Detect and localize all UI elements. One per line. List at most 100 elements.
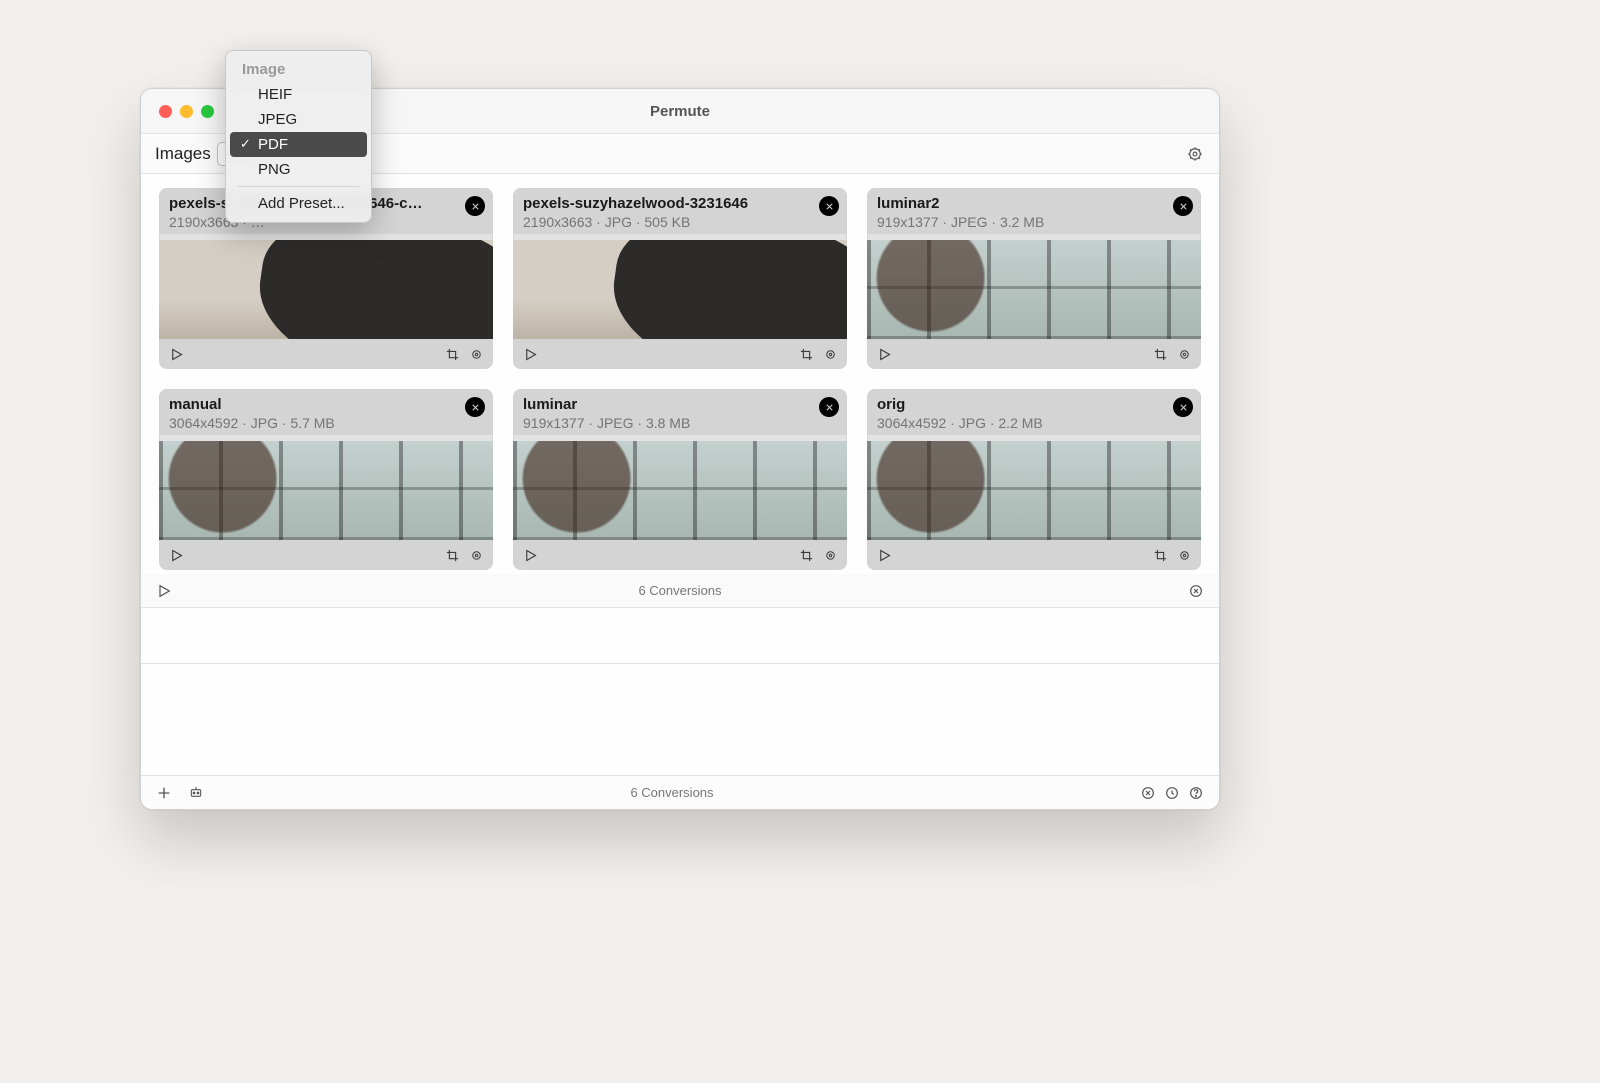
card-thumbnail	[159, 240, 493, 339]
remove-card-button[interactable]	[465, 397, 485, 417]
bottom-bar: 6 Conversions	[141, 775, 1219, 809]
image-card[interactable]: luminar 919x1377 · JPEG · 3.8 MB	[513, 389, 847, 570]
card-header: pexels-suzyhazelwood-32316462190x3663 · …	[513, 188, 847, 234]
close-circle-icon	[1188, 583, 1204, 599]
image-card[interactable]: orig3064x4592 · JPG · 2.2 MB	[867, 389, 1201, 570]
card-settings-button[interactable]	[821, 345, 839, 363]
card-thumbnail	[867, 240, 1201, 339]
card-footer	[513, 339, 847, 369]
crop-icon	[799, 347, 814, 362]
card-settings-button[interactable]	[467, 546, 485, 564]
add-button[interactable]	[155, 784, 173, 802]
start-conversion-button[interactable]	[167, 345, 185, 363]
gear-icon	[1177, 548, 1192, 563]
card-footer	[513, 540, 847, 570]
card-meta: 919x1377 · JPEG · 3.2 MB	[877, 214, 1191, 230]
card-thumbnail	[513, 441, 847, 540]
card-footer	[159, 339, 493, 369]
add-preset-item[interactable]: Add Preset...	[230, 191, 367, 216]
crop-button[interactable]	[1151, 546, 1169, 564]
remove-card-button[interactable]	[465, 196, 485, 216]
plus-icon	[156, 785, 172, 801]
crop-icon	[445, 347, 460, 362]
start-conversion-button[interactable]	[875, 345, 893, 363]
remove-card-button[interactable]	[819, 397, 839, 417]
history-button[interactable]	[1163, 784, 1181, 802]
card-thumbnail	[867, 441, 1201, 540]
play-icon	[523, 548, 538, 563]
crop-button[interactable]	[1151, 345, 1169, 363]
format-menu: Image HEIFJPEGPDFPNG Add Preset...	[225, 50, 372, 223]
crop-icon	[445, 548, 460, 563]
card-filename: luminar2	[877, 195, 1137, 212]
close-icon	[1178, 402, 1189, 413]
close-window-button[interactable]	[159, 105, 172, 118]
card-filename: pexels-suzyhazelwood-3231646	[523, 195, 783, 212]
gear-icon	[823, 548, 838, 563]
help-icon	[1188, 785, 1204, 801]
bottom-conversions-count: 6 Conversions	[205, 785, 1139, 800]
cancel-all-button[interactable]	[1139, 784, 1157, 802]
play-icon	[169, 347, 184, 362]
crop-button[interactable]	[797, 546, 815, 564]
close-icon	[1178, 201, 1189, 212]
clear-all-button[interactable]	[1187, 582, 1205, 600]
zoom-window-button[interactable]	[201, 105, 214, 118]
card-settings-button[interactable]	[1175, 546, 1193, 564]
remove-card-button[interactable]	[819, 196, 839, 216]
crop-button[interactable]	[443, 345, 461, 363]
close-circle-icon	[1140, 785, 1156, 801]
settings-button[interactable]	[1185, 144, 1205, 164]
format-option-png[interactable]: PNG	[230, 157, 367, 182]
close-icon	[470, 201, 481, 212]
robot-icon[interactable]	[187, 784, 205, 802]
minimize-window-button[interactable]	[180, 105, 193, 118]
format-option-pdf[interactable]: PDF	[230, 132, 367, 157]
card-meta: 3064x4592 · JPG · 2.2 MB	[877, 415, 1191, 431]
start-conversion-button[interactable]	[875, 546, 893, 564]
image-card[interactable]: manual3064x4592 · JPG · 5.7 MB	[159, 389, 493, 570]
card-footer	[159, 540, 493, 570]
gear-icon	[823, 347, 838, 362]
close-icon	[824, 201, 835, 212]
card-header: luminar2 919x1377 · JPEG · 3.2 MB	[867, 188, 1201, 234]
clock-icon	[1164, 785, 1180, 801]
card-footer	[867, 339, 1201, 369]
card-filename: manual	[169, 396, 429, 413]
crop-button[interactable]	[443, 546, 461, 564]
start-conversion-button[interactable]	[521, 345, 539, 363]
gear-icon	[1177, 347, 1192, 362]
card-meta: 919x1377 · JPEG · 3.8 MB	[523, 415, 837, 431]
card-header: orig3064x4592 · JPG · 2.2 MB	[867, 389, 1201, 435]
play-icon	[169, 548, 184, 563]
card-settings-button[interactable]	[821, 546, 839, 564]
card-settings-button[interactable]	[1175, 345, 1193, 363]
conversions-bar: 6 Conversions	[141, 574, 1219, 608]
play-icon	[877, 347, 892, 362]
conversion-grid-scroll[interactable]: pexels-suzyhazelwood-3231646-colori…2190…	[141, 174, 1219, 664]
start-all-button[interactable]	[155, 582, 173, 600]
play-icon	[156, 583, 172, 599]
crop-icon	[1153, 548, 1168, 563]
menu-divider	[238, 186, 359, 187]
card-settings-button[interactable]	[467, 345, 485, 363]
remove-card-button[interactable]	[1173, 397, 1193, 417]
format-option-heif[interactable]: HEIF	[230, 82, 367, 107]
start-conversion-button[interactable]	[167, 546, 185, 564]
remove-card-button[interactable]	[1173, 196, 1193, 216]
close-icon	[470, 402, 481, 413]
play-icon	[523, 347, 538, 362]
conversions-count: 6 Conversions	[173, 583, 1187, 598]
help-button[interactable]	[1187, 784, 1205, 802]
start-conversion-button[interactable]	[521, 546, 539, 564]
image-card[interactable]: luminar2 919x1377 · JPEG · 3.2 MB	[867, 188, 1201, 369]
crop-icon	[799, 548, 814, 563]
card-filename: luminar	[523, 396, 783, 413]
card-header: luminar 919x1377 · JPEG · 3.8 MB	[513, 389, 847, 435]
image-card[interactable]: pexels-suzyhazelwood-32316462190x3663 · …	[513, 188, 847, 369]
crop-button[interactable]	[797, 345, 815, 363]
format-option-jpeg[interactable]: JPEG	[230, 107, 367, 132]
conversion-grid: pexels-suzyhazelwood-3231646-colori…2190…	[141, 174, 1219, 574]
gear-icon	[1186, 145, 1204, 163]
close-icon	[824, 402, 835, 413]
